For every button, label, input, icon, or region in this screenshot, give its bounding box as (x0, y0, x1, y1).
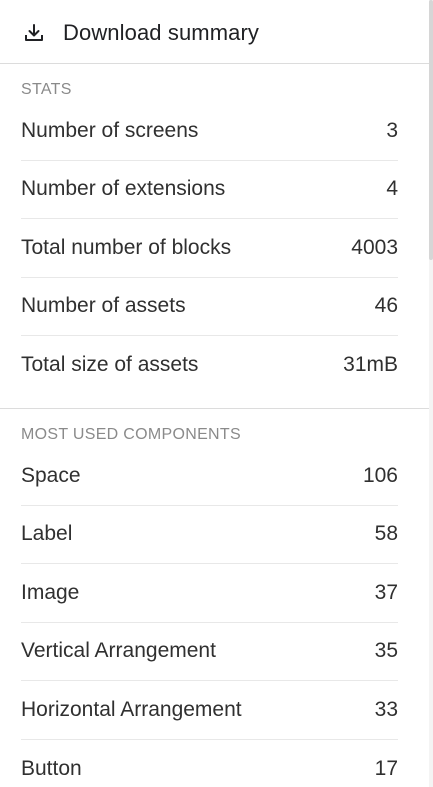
stat-label: Number of assets (21, 294, 186, 318)
stat-row-assets: Number of assets 46 (21, 278, 398, 336)
component-row-vertical-arrangement: Vertical Arrangement 35 (21, 623, 398, 681)
component-count: 35 (374, 639, 398, 663)
component-label: Vertical Arrangement (21, 639, 216, 663)
stat-row-asset-size: Total size of assets 31mB (21, 336, 398, 395)
stat-value: 4 (386, 177, 398, 201)
component-count: 106 (362, 463, 398, 487)
download-summary-label: Download summary (63, 20, 260, 45)
stats-list: Number of screens 3 Number of extensions… (21, 102, 398, 395)
components-section: MOST USED COMPONENTS Space 106 Label 58 … (0, 423, 429, 787)
component-label: Space (21, 463, 81, 487)
component-count: 17 (374, 756, 398, 780)
component-row-image: Image 37 (21, 564, 398, 623)
component-count: 37 (374, 580, 398, 604)
component-row-label: Label 58 (21, 506, 398, 564)
component-label: Label (21, 522, 73, 546)
scrollbar[interactable] (429, 0, 433, 787)
components-list: Space 106 Label 58 Image 37 Vertical Arr… (21, 447, 398, 787)
stat-label: Number of screens (21, 118, 199, 142)
stat-row-blocks: Total number of blocks 4003 (21, 219, 398, 278)
stats-title: STATS (21, 81, 72, 98)
download-icon (23, 22, 45, 44)
stat-row-extensions: Number of extensions 4 (21, 161, 398, 219)
scrollbar-thumb[interactable] (429, 0, 433, 260)
components-title: MOST USED COMPONENTS (21, 426, 241, 443)
component-count: 58 (374, 522, 398, 546)
stat-row-screens: Number of screens 3 (21, 102, 398, 161)
summary-panel: Download summary STATS Number of screens… (0, 0, 430, 787)
component-label: Image (21, 580, 80, 604)
stat-value: 46 (374, 294, 398, 318)
component-label: Button (21, 756, 82, 780)
component-label: Horizontal Arrangement (21, 697, 242, 721)
stat-value: 31mB (343, 353, 398, 377)
stat-label: Total size of assets (21, 353, 199, 377)
download-summary-button[interactable]: Download summary (0, 3, 429, 64)
component-row-button: Button 17 (21, 740, 398, 787)
stat-value: 3 (386, 118, 398, 142)
section-divider (0, 408, 429, 409)
component-row-horizontal-arrangement: Horizontal Arrangement 33 (21, 681, 398, 740)
stats-section: STATS Number of screens 3 Number of exte… (0, 78, 429, 395)
stat-label: Total number of blocks (21, 235, 232, 259)
stat-value: 4003 (351, 235, 398, 259)
stat-label: Number of extensions (21, 177, 226, 201)
component-count: 33 (374, 697, 398, 721)
component-row-space: Space 106 (21, 447, 398, 506)
